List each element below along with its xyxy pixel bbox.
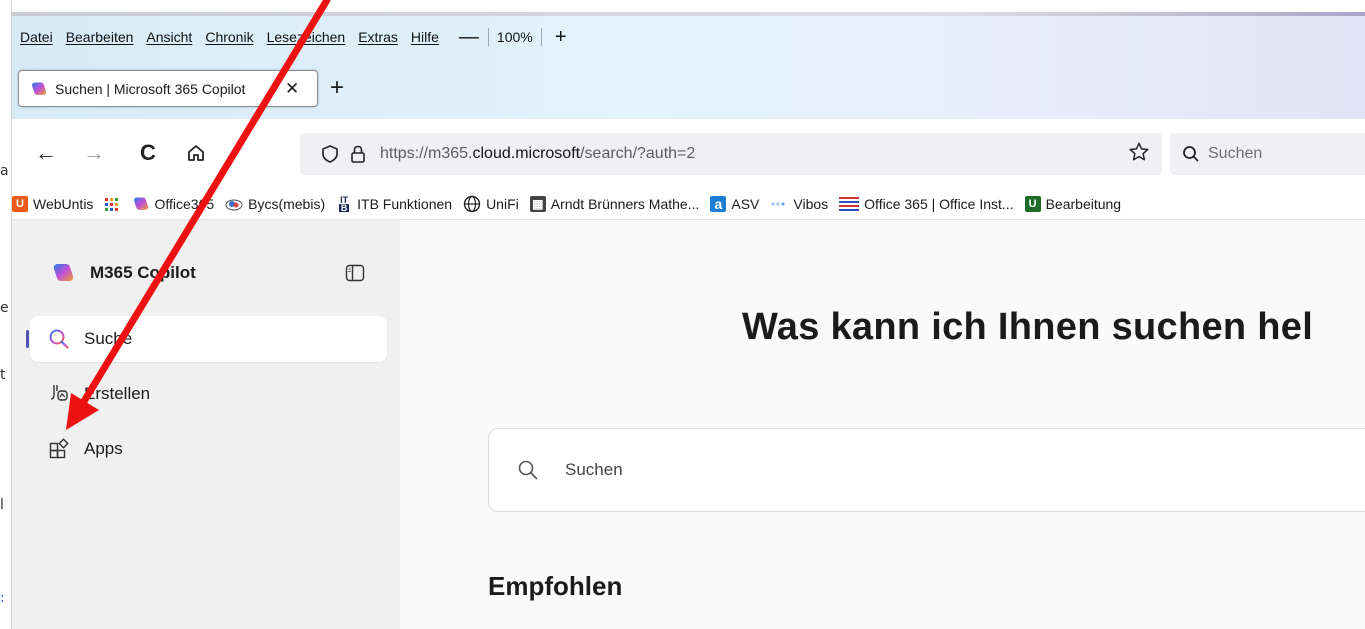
zoom-out-button[interactable]: — <box>458 26 480 48</box>
browser-window: Datei Bearbeiten Ansicht Chronik Lesezei… <box>12 12 1365 629</box>
new-tab-button[interactable]: + <box>330 76 344 100</box>
search-icon <box>49 329 69 349</box>
copilot-search-input[interactable]: Suchen <box>488 428 1365 512</box>
sidebar-item-erstellen[interactable]: Erstellen <box>30 371 387 417</box>
zoom-control: — 100% + <box>458 26 572 48</box>
brand-name: M365 Copilot <box>90 263 196 282</box>
zoom-level[interactable]: 100% <box>497 29 533 45</box>
webuntis-icon: U <box>12 196 28 212</box>
office-lines-icon <box>839 197 860 211</box>
home-icon <box>188 145 204 161</box>
bookmark-asv[interactable]: a ASV <box>710 196 759 212</box>
sidebar-item-label: Apps <box>84 439 123 458</box>
sidebar-toggle-icon[interactable] <box>344 262 366 284</box>
bookmark-star-icon[interactable] <box>1128 141 1150 168</box>
bearbeitung-icon: U <box>1024 196 1041 212</box>
sidebar-item-label: Erstellen <box>84 384 151 403</box>
bookmarks-toolbar: U WebUntis Office365 Bycs(mebis) IT B ITB … <box>12 189 1365 219</box>
tab-copilot-search[interactable]: Suchen | Microsoft 365 Copilot ✕ <box>18 70 318 107</box>
search-icon <box>1183 146 1199 162</box>
tab-title: Suchen | Microsoft 365 Copilot <box>55 80 246 97</box>
home-button[interactable] <box>182 139 210 167</box>
navigation-toolbar: ← → C https://m365.cloud.microsoft/searc… <box>12 119 1365 189</box>
url-text[interactable]: https://m365.cloud.microsoft/search/?aut… <box>380 145 695 163</box>
active-indicator <box>26 330 29 348</box>
bookmark-office-install[interactable]: Office 365 | Office Inst... <box>839 196 1014 212</box>
reload-button[interactable]: C <box>134 139 162 167</box>
bookmark-arndt-bruenner[interactable]: ▦ Arndt Brünners Mathe... <box>529 196 699 212</box>
bookmark-bycs[interactable]: Bycs(mebis) <box>225 196 325 212</box>
tab-close-icon[interactable]: ✕ <box>285 79 299 99</box>
shield-icon[interactable] <box>316 140 344 168</box>
menu-lesezeichen[interactable]: Lesezeichen <box>267 29 346 45</box>
asv-icon: a <box>710 196 727 212</box>
sidebar: M365 Copilot Suche Erstellen Apps <box>12 220 400 629</box>
bookmark-unifi[interactable]: UniFi <box>463 195 519 213</box>
menu-bearbeiten[interactable]: Bearbeiten <box>66 29 134 45</box>
bookmark-itb[interactable]: IT B ITB Funktionen <box>336 196 452 213</box>
sidebar-item-apps[interactable]: Apps <box>30 426 387 472</box>
back-button[interactable]: ← <box>32 139 60 167</box>
cloud-icon <box>225 199 243 211</box>
menu-chronik[interactable]: Chronik <box>205 29 253 45</box>
page-heading: Was kann ich Ihnen suchen hel <box>742 306 1314 348</box>
bookmark-apps-grid[interactable] <box>104 196 120 212</box>
zoom-in-button[interactable]: + <box>550 26 572 48</box>
search-placeholder: Suchen <box>565 460 623 479</box>
background-window-edge: a e t l : <box>0 0 12 629</box>
url-bar[interactable]: https://m365.cloud.microsoft/search/?aut… <box>300 133 1162 175</box>
copilot-logo-icon <box>53 264 74 281</box>
menu-datei[interactable]: Datei <box>20 29 53 45</box>
sidebar-item-label: Suche <box>84 329 133 348</box>
search-placeholder: Suchen <box>1208 145 1263 162</box>
forward-button[interactable]: → <box>80 139 108 167</box>
main-area: Was kann ich Ihnen suchen hel Suchen Emp… <box>400 220 1365 629</box>
bookmark-office365[interactable]: Office365 <box>131 196 214 212</box>
browser-titlebar: Datei Bearbeiten Ansicht Chronik Lesezei… <box>12 12 1365 119</box>
create-icon <box>50 385 68 401</box>
itb-icon: IT B <box>336 196 353 213</box>
apps-grid-icon <box>105 198 119 211</box>
lock-icon[interactable] <box>344 140 372 168</box>
copilot-icon <box>134 197 149 210</box>
bookmark-vibos[interactable]: Vibos <box>770 196 828 212</box>
brand[interactable]: M365 Copilot <box>50 262 196 284</box>
copilot-favicon-icon <box>32 81 47 95</box>
page-content: M365 Copilot Suche Erstellen Apps Was ka… <box>12 219 1365 629</box>
vibos-icon <box>771 202 785 206</box>
search-icon <box>518 460 538 480</box>
bookmark-webuntis[interactable]: U WebUntis <box>12 196 93 212</box>
apps-icon <box>49 438 69 459</box>
menu-extras[interactable]: Extras <box>358 29 398 45</box>
section-heading-recommended: Empfohlen <box>488 571 623 601</box>
sidebar-item-suche[interactable]: Suche <box>26 316 387 362</box>
menu-bar: Datei Bearbeiten Ansicht Chronik Lesezei… <box>12 26 572 48</box>
globe-icon <box>463 195 481 213</box>
browser-search-bar[interactable]: Suchen <box>1170 133 1365 175</box>
menu-ansicht[interactable]: Ansicht <box>146 29 192 45</box>
menu-hilfe[interactable]: Hilfe <box>411 29 439 45</box>
bookmark-bearbeitung[interactable]: U Bearbeitung <box>1024 196 1121 212</box>
math-icon: ▦ <box>529 196 546 212</box>
